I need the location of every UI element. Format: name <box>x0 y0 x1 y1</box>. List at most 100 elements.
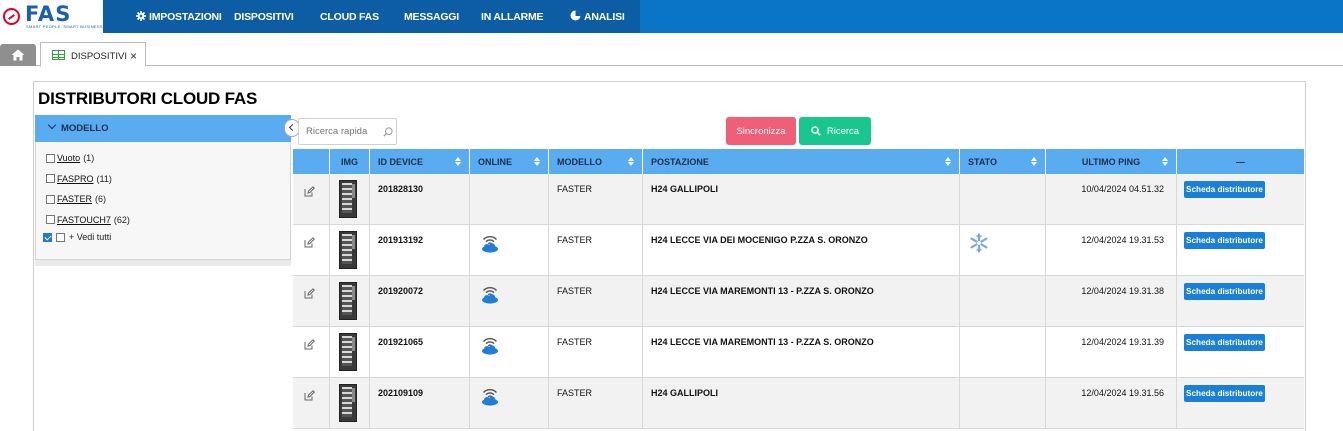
checkbox[interactable] <box>46 215 55 225</box>
nav-item-in-allarme[interactable]: IN ALLARME <box>481 11 544 23</box>
filter-option-count: (11) <box>96 173 112 184</box>
column-header-ultimo-ping[interactable]: ULTIMO PING <box>1045 149 1176 174</box>
button-label: Scheda distributore <box>1186 287 1263 296</box>
filter-option-vuoto: Vuoto (1) <box>46 148 130 169</box>
column-header-modello[interactable]: MODELLO <box>548 149 642 174</box>
edit-icon[interactable] <box>304 288 315 299</box>
search-icon[interactable] <box>383 127 393 137</box>
tab-dispositivi[interactable]: DISPOSITIVI × <box>40 42 146 67</box>
action-cell: Scheda distributore <box>1176 174 1304 225</box>
column-header-edit <box>293 149 329 174</box>
chevron-left-icon <box>288 123 297 132</box>
tab-bar: DISPOSITIVI × <box>0 41 1343 67</box>
online-cell <box>469 174 548 225</box>
filter-option-label[interactable]: FASTER <box>57 194 92 204</box>
stato-cell <box>959 225 1045 276</box>
ultimo-ping-cell: 12/04/2024 19.31.38 <box>1045 276 1176 327</box>
checkbox[interactable] <box>46 194 55 204</box>
filter-option-faster: FASTER (6) <box>46 189 130 210</box>
logo[interactable]: FAS SMART PEOPLE. SMART BUSINESS. <box>0 0 104 33</box>
checkbox[interactable] <box>46 153 55 163</box>
column-header-id-device[interactable]: ID DEVICE <box>369 149 469 174</box>
last-ping-timestamp: 12/04/2024 19.31.39 <box>1081 337 1164 347</box>
stato-cell <box>959 276 1045 327</box>
online-cell <box>469 276 548 327</box>
scheda-distributore-button[interactable]: Scheda distributore <box>1184 334 1265 351</box>
filter-option-label[interactable]: Vuoto <box>57 153 80 163</box>
column-header-postazione[interactable]: POSTAZIONE <box>642 149 959 174</box>
scheda-distributore-button[interactable]: Scheda distributore <box>1184 232 1265 249</box>
quick-search-input[interactable] <box>300 120 378 143</box>
select-all-checkbox[interactable] <box>43 232 52 242</box>
search-icon <box>811 126 821 136</box>
ultimo-ping-cell: 12/04/2024 19.31.56 <box>1045 378 1176 429</box>
nav-item-label: IMPOSTAZIONI <box>149 11 222 23</box>
sort-icon[interactable] <box>455 157 461 167</box>
sort-icon[interactable] <box>534 157 540 167</box>
column-header-actions: — <box>1176 149 1304 174</box>
search-button[interactable]: Ricerca <box>799 117 871 145</box>
device-id: 201828130 <box>378 184 424 194</box>
filter-title: MODELLO <box>61 123 109 134</box>
nav-item-label: ANALISI <box>584 11 625 23</box>
column-header-label: MODELLO <box>557 156 602 167</box>
nav-item-cloud-fas[interactable]: CLOUD FAS <box>320 11 379 23</box>
filter-option-label[interactable]: FASTOUCH7 <box>57 215 111 225</box>
img-cell <box>329 327 369 378</box>
column-header-label: STATO <box>968 156 997 167</box>
grid-icon <box>52 50 65 60</box>
stato-cell <box>959 327 1045 378</box>
filter-header-modello[interactable]: MODELLO <box>35 115 291 142</box>
column-header-stato[interactable]: STATO <box>959 149 1045 174</box>
device-id: 201921065 <box>378 337 424 347</box>
nav-item-label: MESSAGGI <box>404 11 459 23</box>
tab-home[interactable] <box>0 44 36 66</box>
sync-button[interactable]: Sincronizza <box>726 117 796 145</box>
device-model: FASTER <box>557 388 593 398</box>
page-title: DISTRIBUTORI CLOUD FAS <box>38 89 258 108</box>
nav-item-label: DISPOSITIVI <box>234 11 294 23</box>
show-all-checkbox[interactable] <box>56 232 65 242</box>
scheda-distributore-button[interactable]: Scheda distributore <box>1184 181 1265 198</box>
vending-machine-image[interactable] <box>339 282 357 320</box>
pie-chart-icon <box>570 10 581 24</box>
vending-machine-image[interactable] <box>339 384 357 422</box>
edit-icon[interactable] <box>304 237 315 248</box>
id-device-cell: 201828130 <box>369 174 469 225</box>
sort-icon[interactable] <box>628 157 634 167</box>
scheda-distributore-button[interactable]: Scheda distributore <box>1184 283 1265 300</box>
vending-machine-image[interactable] <box>339 231 357 269</box>
nav-item-messaggi[interactable]: MESSAGGI <box>404 11 459 23</box>
ultimo-ping-cell: 12/04/2024 19.31.39 <box>1045 327 1176 378</box>
edit-cell <box>293 225 329 276</box>
filter-option-label[interactable]: FASPRO <box>57 174 94 184</box>
edit-icon[interactable] <box>304 390 315 401</box>
nav-item-dispositivi[interactable]: DISPOSITIVI <box>234 11 294 23</box>
vending-machine-image[interactable] <box>339 180 357 218</box>
sort-icon[interactable] <box>945 157 951 167</box>
postazione-cell: H24 LECCE VIA DEI MOCENIGO P.ZZA S. ORON… <box>642 225 959 276</box>
edit-icon[interactable] <box>304 339 315 350</box>
nav-item-impostazioni[interactable]: IMPOSTAZIONI <box>136 10 222 23</box>
tab-label: DISPOSITIVI <box>71 51 127 62</box>
sort-icon[interactable] <box>1031 157 1037 167</box>
checkbox[interactable] <box>46 174 55 184</box>
nav-item-analisi[interactable]: ANALISI <box>570 10 625 24</box>
column-header-online[interactable]: ONLINE <box>469 149 548 174</box>
search-button-label: Ricerca <box>826 125 860 137</box>
home-icon <box>11 49 25 61</box>
show-all-label[interactable]: + Vedi tutti <box>69 232 111 242</box>
vending-machine-image[interactable] <box>339 333 357 371</box>
scheda-distributore-button[interactable]: Scheda distributore <box>1184 385 1265 402</box>
stato-cell <box>959 174 1045 225</box>
ultimo-ping-cell: 12/04/2024 19.31.53 <box>1045 225 1176 276</box>
close-icon[interactable]: × <box>130 49 137 63</box>
top-navbar: FAS SMART PEOPLE. SMART BUSINESS. IMPOST… <box>0 0 1343 33</box>
nav-item-label: IN ALLARME <box>481 11 544 23</box>
img-cell <box>329 378 369 429</box>
filter-option-count: (62) <box>113 214 130 225</box>
sort-icon[interactable] <box>1162 157 1168 167</box>
device-location: H24 LECCE VIA MAREMONTI 13 - P.ZZA S. OR… <box>651 286 874 296</box>
edit-icon[interactable] <box>304 186 315 197</box>
show-all-row: + Vedi tutti <box>43 232 111 242</box>
